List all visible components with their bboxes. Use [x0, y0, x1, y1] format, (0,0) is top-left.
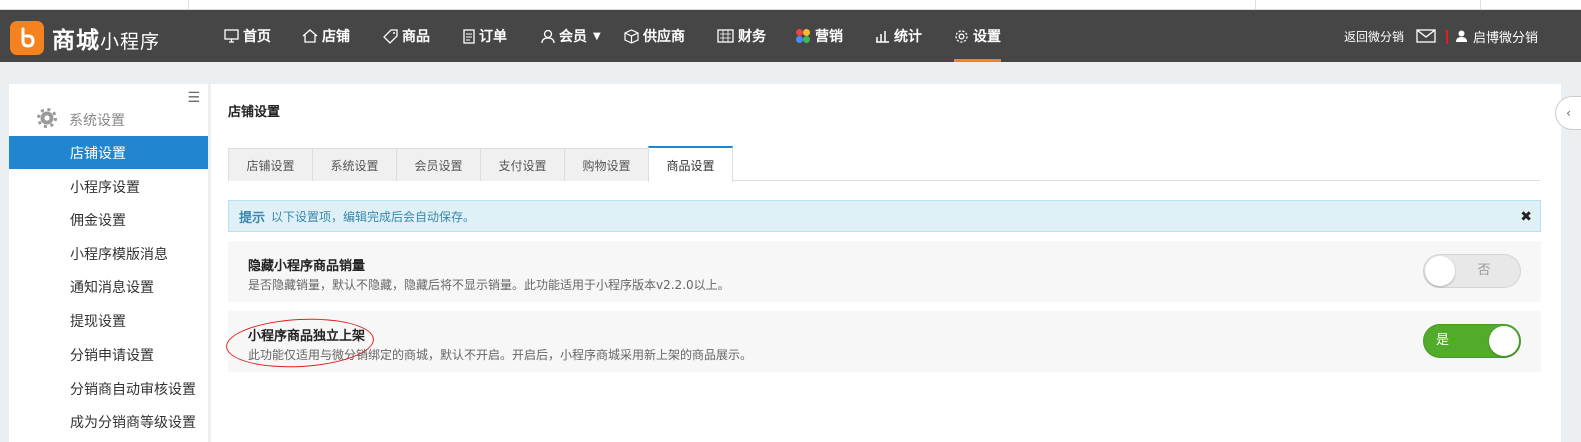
independent-listing-toggle[interactable]: 是 [1423, 324, 1521, 358]
tab-shopping-settings[interactable]: 购物设置 [564, 148, 649, 181]
menu-collapse-icon[interactable]: ☰ [187, 90, 200, 106]
nav-products[interactable]: 商品 [383, 10, 430, 62]
top-navbar: 商城小程序 首页 店铺 商品 订单 会员 ▼ 供应商 财务 营销 统计 设置 返… [0, 10, 1581, 62]
nav-suppliers[interactable]: 供应商 [624, 10, 685, 62]
sidebar: ☰ 系统设置 店铺设置 小程序设置 佣金设置 小程序模版消息 通知消息设置 提现… [9, 84, 208, 442]
logo-badge-icon [10, 21, 44, 55]
hide-sales-toggle[interactable]: 否 [1423, 254, 1521, 288]
sidebar-item-commission-settings[interactable]: 佣金设置 [9, 203, 208, 236]
main-content: 店铺设置 店铺设置 系统设置 会员设置 支付设置 购物设置 商品设置 提示 以下… [211, 84, 1561, 442]
sidebar-item-level-settings[interactable]: 成为分销商等级设置 [9, 405, 208, 438]
nav-store[interactable]: 店铺 [302, 10, 350, 62]
strip-divider [1255, 0, 1256, 10]
home-icon [302, 29, 318, 43]
close-icon[interactable]: ✖ [1520, 209, 1532, 225]
sidebar-item-notification-settings[interactable]: 通知消息设置 [9, 270, 208, 303]
sidebar-item-withdraw-settings[interactable]: 提现设置 [9, 304, 208, 337]
document-icon [463, 28, 475, 44]
toggle-knob [1489, 326, 1519, 356]
sidebar-item-distribution-apply[interactable]: 分销申请设置 [9, 338, 208, 371]
cube-icon [624, 28, 639, 44]
gear-icon [954, 29, 969, 44]
mail-icon[interactable] [1416, 10, 1436, 62]
strip-divider [1480, 0, 1481, 10]
page-title: 店铺设置 [228, 105, 281, 120]
sidebar-item-store-settings[interactable]: 店铺设置 [9, 136, 208, 169]
colorful-blocks-icon [795, 28, 811, 44]
brand-name: 商城小程序 [52, 28, 161, 54]
tab-product-settings[interactable]: 商品设置 [648, 146, 733, 182]
nav-marketing[interactable]: 营销 [795, 10, 843, 62]
sidebar-header: 系统设置 [37, 108, 125, 132]
calculator-icon [717, 29, 734, 43]
nav-orders[interactable]: 订单 [463, 10, 507, 62]
notification-dot [1446, 30, 1448, 44]
user-menu[interactable]: 启博微分销 [1456, 10, 1538, 62]
setting-independent-listing: 小程序商品独立上架 此功能仅适用与微分销绑定的商城，默认不开启。开启后，小程序商… [228, 311, 1541, 372]
user-icon [541, 29, 555, 44]
chevron-left-icon[interactable]: ‹ [1555, 96, 1581, 130]
top-strip [0, 0, 1581, 10]
nav-settings[interactable]: 设置 [954, 10, 1001, 62]
settings-tabs: 店铺设置 系统设置 会员设置 支付设置 购物设置 商品设置 [228, 146, 1540, 182]
sidebar-item-auto-review[interactable]: 分销商自动审核设置 [9, 372, 208, 405]
toggle-knob [1425, 256, 1455, 286]
sidebar-item-miniprogram-settings[interactable]: 小程序设置 [9, 170, 208, 203]
user-icon [1456, 30, 1467, 42]
setting-hide-sales: 隐藏小程序商品销量 是否隐藏销量，默认不隐藏，隐藏后将不显示销量。此功能适用于小… [228, 241, 1541, 302]
tab-member-settings[interactable]: 会员设置 [396, 148, 481, 181]
tab-system-settings[interactable]: 系统设置 [312, 148, 397, 181]
return-link[interactable]: 返回微分销 [1344, 10, 1404, 62]
brand-logo[interactable]: 商城小程序 [10, 21, 161, 55]
nav-members[interactable]: 会员 ▼ [541, 10, 601, 62]
nav-finance[interactable]: 财务 [717, 10, 766, 62]
tag-icon [383, 28, 398, 44]
bar-chart-icon [875, 29, 890, 43]
tab-store-settings[interactable]: 店铺设置 [228, 148, 313, 181]
chevron-down-icon: ▼ [593, 30, 601, 42]
strip-divider [188, 0, 189, 10]
tab-payment-settings[interactable]: 支付设置 [480, 148, 565, 181]
monitor-icon [224, 29, 239, 43]
info-alert: 提示 以下设置项，编辑完成后会自动保存。 ✖ [228, 200, 1541, 232]
nav-statistics[interactable]: 统计 [875, 10, 922, 62]
sidebar-item-template-messages[interactable]: 小程序模版消息 [9, 237, 208, 270]
gear-icon [37, 108, 57, 132]
nav-home[interactable]: 首页 [224, 10, 271, 62]
